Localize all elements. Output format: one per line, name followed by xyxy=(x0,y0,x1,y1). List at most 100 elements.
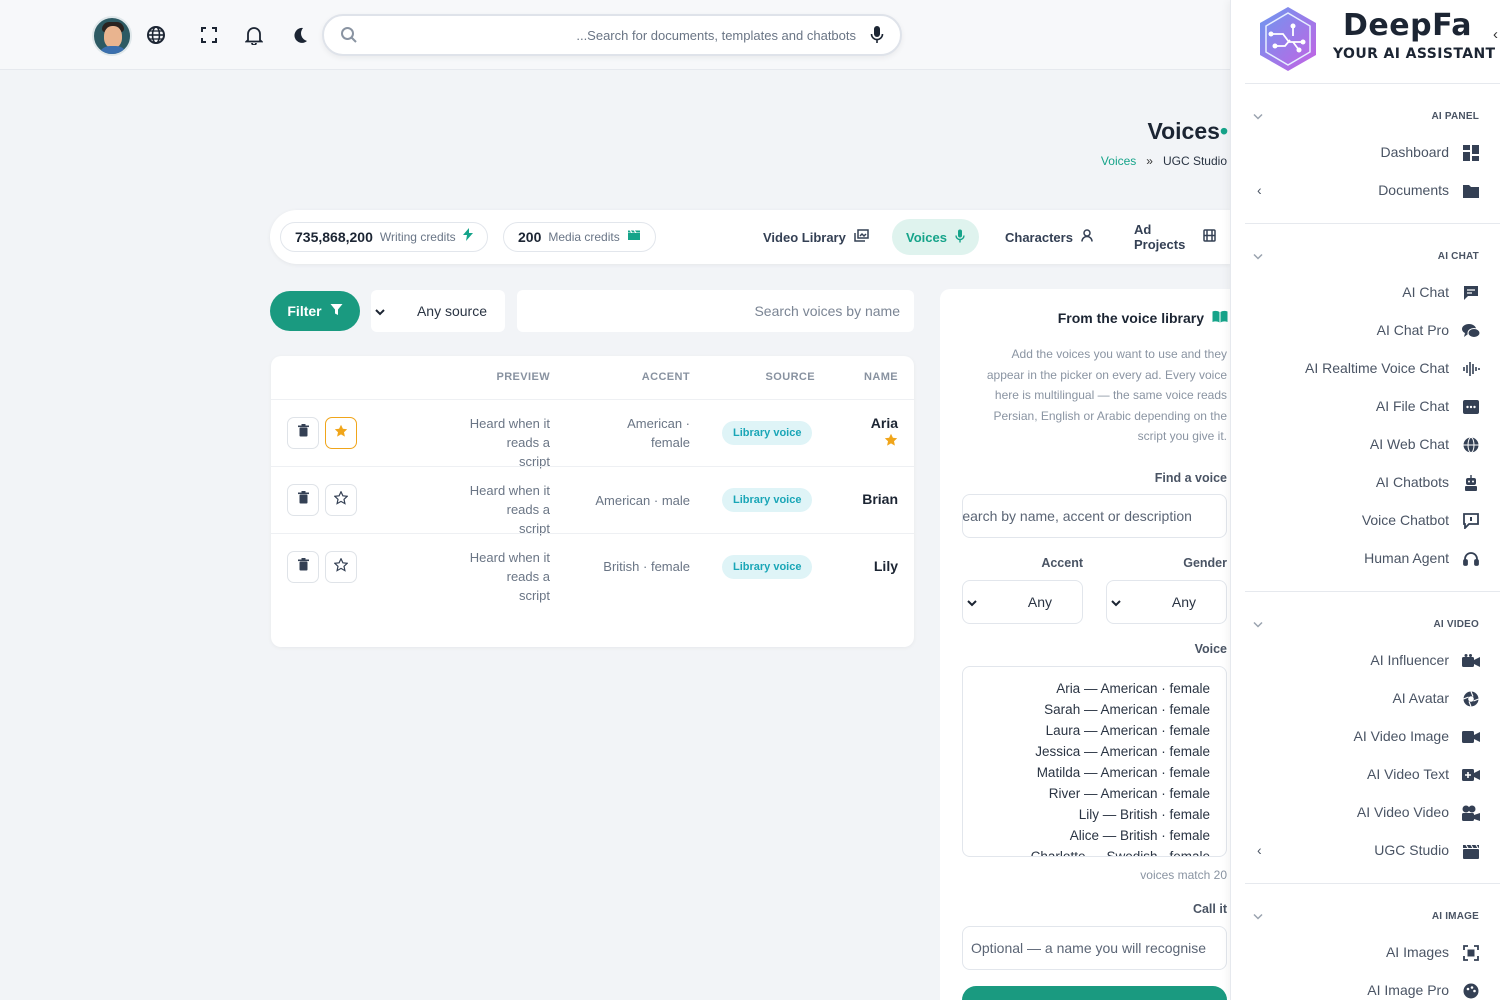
trash-icon xyxy=(297,491,309,509)
sidebar-item-ai-chatbots[interactable]: AI Chatbots xyxy=(1231,465,1500,501)
search-input[interactable] xyxy=(374,24,856,46)
call-it-label: Call it xyxy=(1192,902,1227,916)
film-icon xyxy=(1203,229,1216,245)
voice-option[interactable]: Sarah — American · female xyxy=(963,699,1210,720)
gender-select[interactable]: Any xyxy=(1106,580,1227,624)
voice-option[interactable]: Jessica — American · female xyxy=(963,741,1210,762)
voice-search-input[interactable] xyxy=(531,303,900,319)
preview-text: Heard when it reads a script xyxy=(469,483,550,536)
chevron-down-icon xyxy=(1111,594,1121,610)
scan-image-icon xyxy=(1461,943,1481,963)
tab-characters[interactable]: Characters xyxy=(991,219,1107,255)
gender-select-value: Any xyxy=(1171,594,1196,610)
favorite-button[interactable] xyxy=(325,417,357,449)
bell-icon[interactable] xyxy=(243,24,265,46)
search-icon xyxy=(340,26,358,49)
sidebar-item-human-agent[interactable]: Human Agent xyxy=(1231,541,1500,577)
call-it-placeholder: Optional — a name you will recognise xyxy=(971,940,1207,956)
find-voice-field[interactable]: Search by name, accent or description xyxy=(962,494,1227,538)
brand: DeepFa YOUR AI ASSISTANT ‹ xyxy=(1231,0,1500,80)
sidebar-item-ai-video-video[interactable]: AI Video Video xyxy=(1231,795,1500,831)
divider xyxy=(1245,223,1500,224)
microphone-icon[interactable] xyxy=(870,25,884,50)
clapperboard-icon xyxy=(1461,841,1481,861)
delete-button[interactable] xyxy=(287,484,319,516)
accent-select[interactable]: Any xyxy=(962,580,1083,624)
accent-text: British · female xyxy=(603,559,690,574)
tab-ad-projects[interactable]: Ad Projects xyxy=(1120,219,1230,255)
delete-button[interactable] xyxy=(287,417,319,449)
gender-label: Gender xyxy=(1183,556,1227,570)
voices-match-count: voices match 20 xyxy=(1140,868,1227,882)
chevron-down-icon xyxy=(967,594,977,610)
filter-button[interactable]: Filter xyxy=(270,291,360,331)
sidebar-item-voice-chatbot[interactable]: Voice Chatbot xyxy=(1231,503,1500,539)
delete-button[interactable] xyxy=(287,551,319,583)
voice-option[interactable]: River — American · female xyxy=(963,783,1210,804)
source-select[interactable]: Any source xyxy=(371,290,505,332)
sidebar-item-ai-chat[interactable]: AI Chat xyxy=(1231,275,1500,311)
media-credits-label: Media credits xyxy=(548,230,620,244)
voice-search-field[interactable] xyxy=(517,290,914,332)
dashboard-icon xyxy=(1461,143,1481,163)
globe-icon[interactable] xyxy=(145,24,167,46)
person-icon xyxy=(1081,229,1093,245)
add-voice-button[interactable] xyxy=(962,986,1227,1000)
aperture-icon xyxy=(1461,689,1481,709)
writing-credits-pill: 735,868,200 Writing credits xyxy=(280,222,488,252)
voice-library-description: Add the voices you want to use and they … xyxy=(986,347,1227,443)
section-ai-video[interactable]: AI VIDEO xyxy=(1231,615,1500,635)
preview-text: Heard when it reads a script xyxy=(469,550,550,603)
fullscreen-icon[interactable] xyxy=(198,24,220,46)
section-ai-image[interactable]: AI IMAGE xyxy=(1231,907,1500,927)
sidebar-item-ai-chat-pro[interactable]: AI Chat Pro xyxy=(1231,313,1500,349)
voice-option[interactable]: Lily — British · female xyxy=(963,804,1210,825)
sidebar-item-ai-images[interactable]: AI Images xyxy=(1231,935,1500,971)
sidebar-item-ugc-studio[interactable]: ‹ UGC Studio xyxy=(1231,833,1500,869)
section-ai-chat[interactable]: AI CHAT xyxy=(1231,247,1500,267)
find-voice-placeholder: Search by name, accent or description xyxy=(962,508,1192,524)
sidebar-item-ai-realtime-voice-chat[interactable]: AI Realtime Voice Chat xyxy=(1231,351,1500,387)
voice-option[interactable]: Alice — British · female xyxy=(963,825,1210,846)
section-ai-panel[interactable]: AI PANEL xyxy=(1231,107,1500,127)
sidebar-collapse-icon[interactable]: ‹ xyxy=(1493,26,1500,43)
breadcrumb-link[interactable]: Voices xyxy=(1101,154,1136,168)
sidebar-item-ai-video-image[interactable]: AI Video Image xyxy=(1231,719,1500,755)
sidebar-item-ai-web-chat[interactable]: AI Web Chat xyxy=(1231,427,1500,463)
sidebar-item-ai-image-pro[interactable]: AI Image Pro xyxy=(1231,973,1500,1000)
avatar[interactable] xyxy=(92,16,132,56)
sidebar-item-ai-influencer[interactable]: AI Influencer xyxy=(1231,643,1500,679)
trash-icon xyxy=(297,558,309,576)
moon-icon[interactable] xyxy=(289,24,311,46)
trash-icon xyxy=(297,424,309,442)
voice-listbox[interactable]: Aria — American · female Sarah — America… xyxy=(962,666,1227,857)
voice-option[interactable]: Laura — American · female xyxy=(963,720,1210,741)
sidebar-item-ai-video-text[interactable]: AI Video Text xyxy=(1231,757,1500,793)
breadcrumb-separator: » xyxy=(1146,154,1153,168)
voice-option[interactable]: Matilda — American · female xyxy=(963,762,1210,783)
accent-select-value: Any xyxy=(1027,594,1052,610)
accent-text: American · male xyxy=(595,493,690,508)
favorite-button[interactable] xyxy=(325,484,357,516)
sidebar-item-dashboard[interactable]: Dashboard xyxy=(1231,135,1500,171)
microphone-icon xyxy=(955,229,965,246)
book-icon xyxy=(1212,310,1228,326)
sidebar-item-documents[interactable]: ‹ Documents xyxy=(1231,173,1500,209)
clapperboard-icon xyxy=(627,228,641,246)
video-icon xyxy=(1461,727,1481,747)
global-search[interactable] xyxy=(322,14,902,56)
message-square-icon xyxy=(1461,511,1481,531)
tab-video-library[interactable]: Video Library xyxy=(749,219,883,255)
favorite-button[interactable] xyxy=(325,551,357,583)
call-it-field[interactable]: Optional — a name you will recognise xyxy=(962,926,1227,970)
accent-label: Accent xyxy=(1041,556,1083,570)
sidebar-item-ai-file-chat[interactable]: AI File Chat xyxy=(1231,389,1500,425)
media-credits-value: 200 xyxy=(518,229,542,245)
table-row: Heard when it reads a script American · m… xyxy=(271,466,914,536)
tab-voices[interactable]: Voices xyxy=(892,219,979,255)
voice-option[interactable]: Aria — American · female xyxy=(963,678,1210,699)
voice-option[interactable]: Charlotte — Swedish · female xyxy=(963,846,1210,856)
bolt-icon xyxy=(462,228,473,246)
divider xyxy=(1245,83,1500,84)
sidebar-item-ai-avatar[interactable]: AI Avatar xyxy=(1231,681,1500,717)
